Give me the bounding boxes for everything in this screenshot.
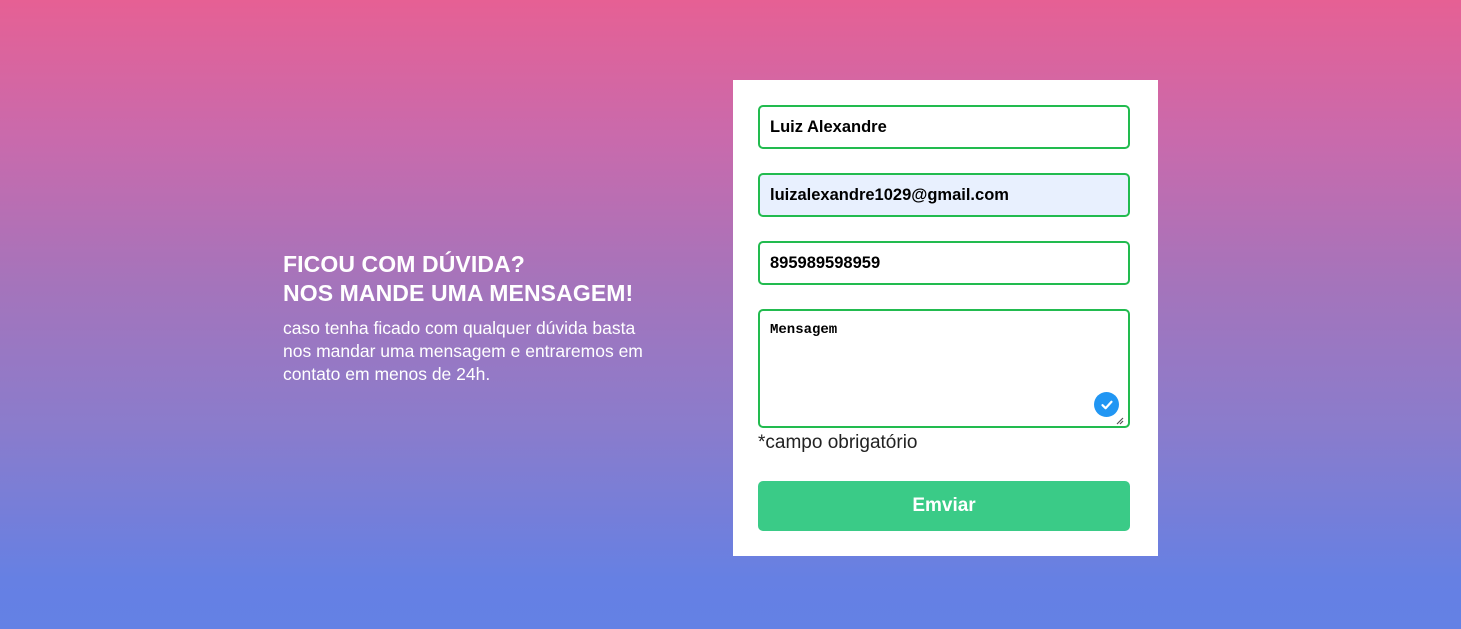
email-field[interactable] — [758, 173, 1130, 217]
intro-title-line-2: NOS MANDE UMA MENSAGEM! — [283, 280, 634, 306]
name-field[interactable] — [758, 105, 1130, 149]
contact-intro: FICOU COM DÚVIDA? NOS MANDE UMA MENSAGEM… — [283, 250, 683, 386]
message-field[interactable] — [758, 309, 1130, 428]
intro-title-line-1: FICOU COM DÚVIDA? — [283, 251, 525, 277]
resize-handle-icon[interactable] — [1114, 412, 1124, 425]
submit-button[interactable]: Emviar — [758, 481, 1130, 531]
intro-description: caso tenha ficado com qualquer dúvida ba… — [283, 318, 643, 384]
intro-title: FICOU COM DÚVIDA? NOS MANDE UMA MENSAGEM… — [283, 250, 683, 308]
message-field-wrapper — [758, 309, 1130, 428]
phone-field[interactable] — [758, 241, 1130, 285]
required-field-note: *campo obrigatório — [758, 432, 918, 453]
contact-form: *campo obrigatório Emviar — [733, 80, 1158, 556]
